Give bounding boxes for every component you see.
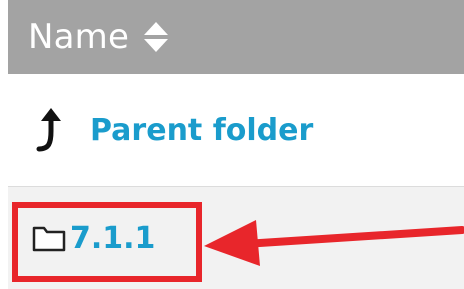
annotation-arrow-icon [204,220,464,266]
column-header-name[interactable]: Name [28,17,129,57]
sort-icon[interactable] [143,20,169,54]
highlight-box [12,202,202,282]
table-header: Name [8,0,464,74]
parent-folder-link[interactable]: Parent folder [90,113,313,148]
table-row-parent-folder[interactable]: Parent folder [8,74,464,186]
up-arrow-icon [36,107,64,153]
